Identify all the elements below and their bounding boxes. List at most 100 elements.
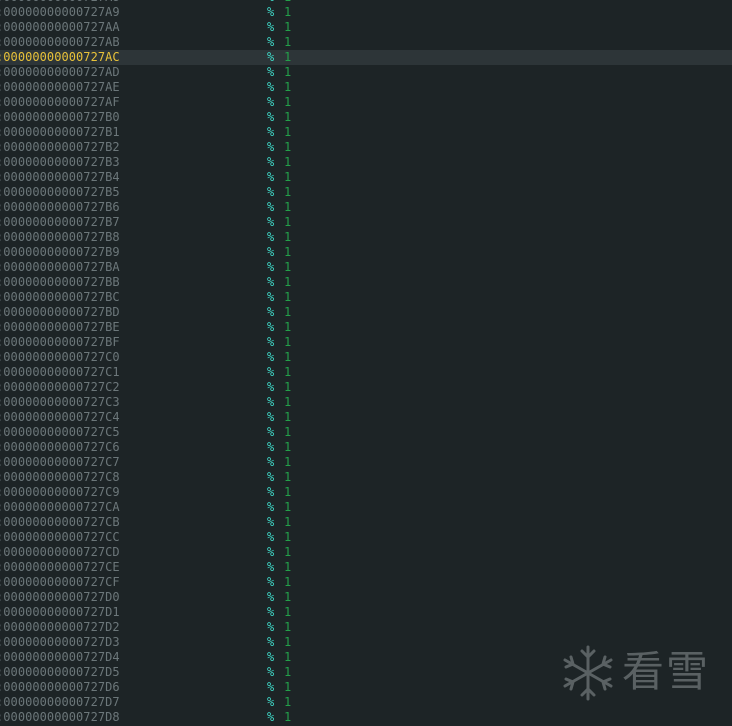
- listing-row[interactable]: :00000000000727D3% 1: [0, 635, 732, 650]
- row-address[interactable]: :00000000000727B3: [0, 155, 120, 170]
- row-value[interactable]: 1: [284, 5, 291, 20]
- row-address[interactable]: :00000000000727B2: [0, 140, 120, 155]
- listing-row[interactable]: :00000000000727C1% 1: [0, 365, 732, 380]
- row-address[interactable]: :00000000000727D8: [0, 710, 120, 725]
- row-address[interactable]: :00000000000727C2: [0, 380, 120, 395]
- listing-row[interactable]: :00000000000727B9% 1: [0, 245, 732, 260]
- row-value[interactable]: 1: [284, 590, 291, 605]
- row-value[interactable]: 1: [284, 155, 291, 170]
- row-value[interactable]: 1: [284, 50, 291, 65]
- row-value[interactable]: 1: [284, 125, 291, 140]
- row-value[interactable]: 1: [284, 620, 291, 635]
- row-value[interactable]: 1: [284, 545, 291, 560]
- row-address[interactable]: :00000000000727BD: [0, 305, 120, 320]
- listing-row[interactable]: :00000000000727CC% 1: [0, 530, 732, 545]
- row-value[interactable]: 1: [284, 20, 291, 35]
- row-address[interactable]: :00000000000727BB: [0, 275, 120, 290]
- row-value[interactable]: 1: [284, 230, 291, 245]
- row-value[interactable]: 1: [284, 710, 291, 725]
- listing-row[interactable]: :00000000000727B2% 1: [0, 140, 732, 155]
- row-address[interactable]: :00000000000727C7: [0, 455, 120, 470]
- current-listing-row[interactable]: :00000000000727AC% 1: [0, 50, 732, 65]
- listing-row[interactable]: :00000000000727D1% 1: [0, 605, 732, 620]
- row-value[interactable]: 1: [284, 695, 291, 710]
- row-value[interactable]: 1: [284, 485, 291, 500]
- row-address[interactable]: :00000000000727BE: [0, 320, 120, 335]
- row-value[interactable]: 1: [284, 275, 291, 290]
- listing-row[interactable]: :00000000000727BE% 1: [0, 320, 732, 335]
- row-value[interactable]: 1: [284, 65, 291, 80]
- row-address[interactable]: :00000000000727D6: [0, 680, 120, 695]
- listing-row[interactable]: :00000000000727AF% 1: [0, 95, 732, 110]
- listing-row[interactable]: :00000000000727AA% 1: [0, 20, 732, 35]
- row-address[interactable]: :00000000000727C5: [0, 425, 120, 440]
- row-address[interactable]: :00000000000727B5: [0, 185, 120, 200]
- row-value[interactable]: 1: [284, 530, 291, 545]
- row-address[interactable]: :00000000000727AB: [0, 35, 120, 50]
- row-address[interactable]: :00000000000727AC: [0, 50, 120, 65]
- row-address[interactable]: :00000000000727AA: [0, 20, 120, 35]
- row-address[interactable]: :00000000000727C8: [0, 470, 120, 485]
- row-address[interactable]: :00000000000727CC: [0, 530, 120, 545]
- row-value[interactable]: 1: [284, 410, 291, 425]
- row-address[interactable]: :00000000000727C4: [0, 410, 120, 425]
- listing-row[interactable]: :00000000000727B5% 1: [0, 185, 732, 200]
- listing-row[interactable]: :00000000000727C4% 1: [0, 410, 732, 425]
- row-value[interactable]: 1: [284, 425, 291, 440]
- row-address[interactable]: :00000000000727C1: [0, 365, 120, 380]
- listing-row[interactable]: :00000000000727C7% 1: [0, 455, 732, 470]
- row-value[interactable]: 1: [284, 560, 291, 575]
- disassembly-listing[interactable]: :00000000000727A8%1:00000000000727A9%1:0…: [0, 0, 732, 726]
- row-value[interactable]: 1: [284, 215, 291, 230]
- listing-row[interactable]: :00000000000727BD% 1: [0, 305, 732, 320]
- row-address[interactable]: :00000000000727D0: [0, 590, 120, 605]
- row-address[interactable]: :00000000000727C6: [0, 440, 120, 455]
- row-value[interactable]: 1: [284, 515, 291, 530]
- row-value[interactable]: 1: [284, 185, 291, 200]
- row-address[interactable]: :00000000000727AF: [0, 95, 120, 110]
- row-value[interactable]: 1: [284, 635, 291, 650]
- listing-row[interactable]: :00000000000727C3% 1: [0, 395, 732, 410]
- row-value[interactable]: 1: [284, 335, 291, 350]
- row-value[interactable]: 1: [284, 80, 291, 95]
- row-value[interactable]: 1: [284, 320, 291, 335]
- row-address[interactable]: :00000000000727CF: [0, 575, 120, 590]
- listing-row[interactable]: :00000000000727BF% 1: [0, 335, 732, 350]
- listing-row[interactable]: :00000000000727BB% 1: [0, 275, 732, 290]
- listing-row[interactable]: :00000000000727C9% 1: [0, 485, 732, 500]
- row-address[interactable]: :00000000000727C0: [0, 350, 120, 365]
- row-value[interactable]: 1: [284, 200, 291, 215]
- row-address[interactable]: :00000000000727BF: [0, 335, 120, 350]
- listing-row[interactable]: :00000000000727D8% 1: [0, 710, 732, 725]
- listing-row[interactable]: :00000000000727B7% 1: [0, 215, 732, 230]
- listing-row[interactable]: :00000000000727A9% 1: [0, 5, 732, 20]
- row-address[interactable]: :00000000000727B0: [0, 110, 120, 125]
- row-value[interactable]: 1: [284, 395, 291, 410]
- listing-row[interactable]: :00000000000727C8% 1: [0, 470, 732, 485]
- row-value[interactable]: 1: [284, 665, 291, 680]
- row-value[interactable]: 1: [284, 170, 291, 185]
- listing-row[interactable]: :00000000000727D5% 1: [0, 665, 732, 680]
- row-value[interactable]: 1: [284, 35, 291, 50]
- listing-row[interactable]: :00000000000727AB% 1: [0, 35, 732, 50]
- row-address[interactable]: :00000000000727CB: [0, 515, 120, 530]
- listing-row[interactable]: :00000000000727D4% 1: [0, 650, 732, 665]
- row-value[interactable]: 1: [284, 440, 291, 455]
- row-address[interactable]: :00000000000727B1: [0, 125, 120, 140]
- listing-row[interactable]: :00000000000727AE% 1: [0, 80, 732, 95]
- row-address[interactable]: :00000000000727D4: [0, 650, 120, 665]
- listing-row[interactable]: :00000000000727C0% 1: [0, 350, 732, 365]
- row-address[interactable]: :00000000000727AE: [0, 80, 120, 95]
- listing-row[interactable]: :00000000000727D2% 1: [0, 620, 732, 635]
- row-address[interactable]: :00000000000727CD: [0, 545, 120, 560]
- listing-row[interactable]: :00000000000727D7% 1: [0, 695, 732, 710]
- listing-row[interactable]: :00000000000727B0% 1: [0, 110, 732, 125]
- listing-row[interactable]: :00000000000727BC% 1: [0, 290, 732, 305]
- row-value[interactable]: 1: [284, 365, 291, 380]
- listing-row[interactable]: :00000000000727C2% 1: [0, 380, 732, 395]
- row-address[interactable]: :00000000000727A9: [0, 5, 120, 20]
- listing-row[interactable]: :00000000000727C5% 1: [0, 425, 732, 440]
- row-value[interactable]: 1: [284, 290, 291, 305]
- row-address[interactable]: :00000000000727BC: [0, 290, 120, 305]
- row-value[interactable]: 1: [284, 380, 291, 395]
